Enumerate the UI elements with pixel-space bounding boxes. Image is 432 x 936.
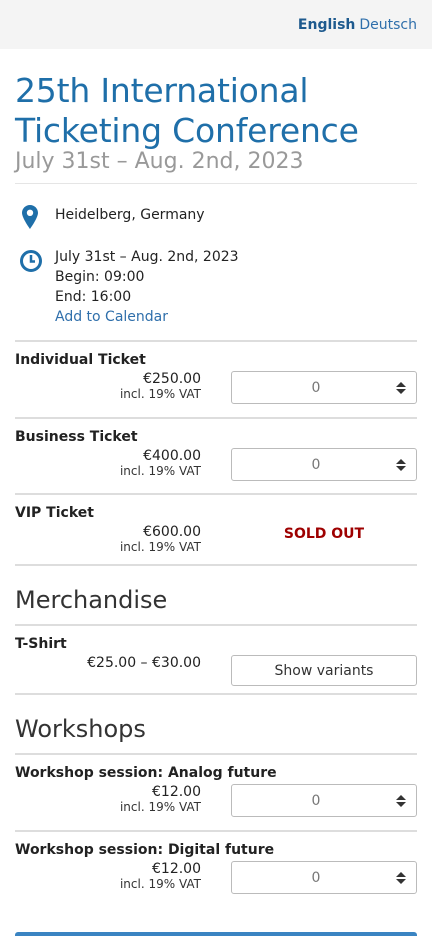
quantity-value[interactable]: 0 <box>232 380 386 396</box>
price-block: €250.00 incl. 19% VAT <box>120 371 201 401</box>
product-name: VIP Ticket <box>15 505 94 521</box>
price-block: €12.00 incl. 19% VAT <box>120 784 201 814</box>
add-to-calendar-link[interactable]: Add to Calendar <box>55 309 168 325</box>
product-price: €250.00 <box>143 371 201 387</box>
spinner-arrows-icon[interactable] <box>386 458 416 471</box>
product-name: Workshop session: Digital future <box>15 842 275 858</box>
workshops-heading: Workshops <box>15 715 146 743</box>
divider <box>15 183 417 184</box>
ticket-row-vip: VIP Ticket €600.00 incl. 19% VAT SOLD OU… <box>15 495 417 564</box>
event-title-line2: Ticketing Conference <box>15 111 359 150</box>
map-marker-icon <box>15 205 55 229</box>
product-price: €400.00 <box>143 448 201 464</box>
product-name: Business Ticket <box>15 429 138 445</box>
language-bar: English Deutsch <box>0 0 432 49</box>
quantity-value[interactable]: 0 <box>232 793 386 809</box>
event-dates: July 31st – Aug. 2nd, 2023 <box>15 149 304 174</box>
location-text: Heidelberg, Germany <box>55 207 205 223</box>
workshop-row-analog: Workshop session: Analog future €12.00 i… <box>15 755 417 830</box>
vat-note: incl. 19% VAT <box>119 800 201 814</box>
product-price: €12.00 <box>152 861 201 877</box>
quantity-stepper[interactable]: 0 <box>231 371 417 404</box>
location-row: Heidelberg, Germany <box>15 205 417 229</box>
quantity-value[interactable]: 0 <box>232 870 386 886</box>
vat-note: incl. 19% VAT <box>119 464 201 478</box>
event-title-line1: 25th International <box>15 71 309 110</box>
begin-time: Begin: 09:00 <box>55 269 145 285</box>
ticket-row-individual: Individual Ticket €250.00 incl. 19% VAT … <box>15 342 417 417</box>
vat-note: incl. 19% VAT <box>119 540 201 554</box>
product-name: Workshop session: Analog future <box>15 765 277 781</box>
quantity-value[interactable]: 0 <box>232 457 386 473</box>
end-time: End: 16:00 <box>55 289 132 305</box>
product-price-range: €25.00 – €30.00 <box>87 655 201 671</box>
divider <box>15 564 417 566</box>
spinner-arrows-icon[interactable] <box>386 381 416 394</box>
quantity-stepper[interactable]: 0 <box>231 861 417 894</box>
product-name: Individual Ticket <box>15 352 146 368</box>
price-block: €12.00 incl. 19% VAT <box>120 861 201 891</box>
date-range-text: July 31st – Aug. 2nd, 2023 <box>55 249 239 265</box>
sold-out-label: SOLD OUT <box>283 526 365 542</box>
merch-row-tshirt: T-Shirt €25.00 – €30.00 Show variants <box>15 626 417 693</box>
vat-note: incl. 19% VAT <box>119 387 201 401</box>
divider <box>15 693 417 695</box>
product-price: €12.00 <box>152 784 201 800</box>
quantity-stepper[interactable]: 0 <box>231 784 417 817</box>
quantity-stepper[interactable]: 0 <box>231 448 417 481</box>
price-block: €400.00 incl. 19% VAT <box>120 448 201 478</box>
merchandise-heading: Merchandise <box>15 586 168 614</box>
add-to-cart-button[interactable] <box>15 932 417 936</box>
workshop-row-digital: Workshop session: Digital future €12.00 … <box>15 832 417 906</box>
date-details: July 31st – Aug. 2nd, 2023 Begin: 09:00 … <box>55 247 239 327</box>
language-deutsch-link[interactable]: Deutsch <box>359 17 417 33</box>
date-row: July 31st – Aug. 2nd, 2023 Begin: 09:00 … <box>15 247 417 327</box>
vat-note: incl. 19% VAT <box>119 877 201 891</box>
language-english-link[interactable]: English <box>298 17 355 33</box>
ticket-row-business: Business Ticket €400.00 incl. 19% VAT 0 <box>15 419 417 493</box>
event-title: 25th International Ticketing Conference <box>15 71 417 151</box>
price-block: €600.00 incl. 19% VAT <box>120 524 201 554</box>
spinner-arrows-icon[interactable] <box>386 794 416 807</box>
clock-icon <box>15 247 55 327</box>
spinner-arrows-icon[interactable] <box>386 871 416 884</box>
show-variants-button[interactable]: Show variants <box>231 655 417 686</box>
product-price: €600.00 <box>143 524 201 540</box>
product-name: T-Shirt <box>15 636 67 652</box>
